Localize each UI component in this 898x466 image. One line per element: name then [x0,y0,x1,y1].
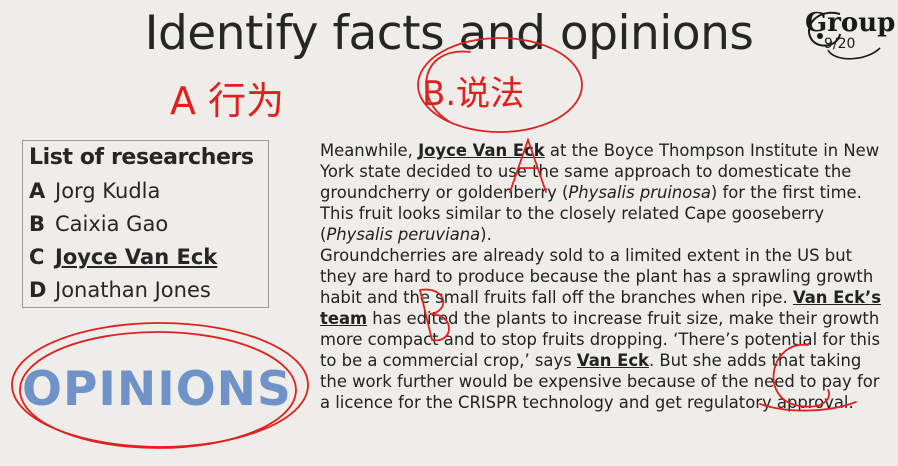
opinions-label: OPINIONS [22,362,292,417]
logo-text: Group [805,8,896,38]
researcher-mention: Joyce Van Eck [418,141,545,160]
researcher-item-c: C Joyce Van Eck [29,245,217,278]
researchers-heading: List of researchers [29,145,254,170]
researcher-letter: A [29,179,46,203]
b-circle-stroke [425,50,471,123]
handwriting-a: A 行为 [170,79,284,123]
researcher-item-a: A Jorg Kudla [29,179,217,212]
group-logo: Group 9/20 [800,6,898,66]
slide-title: Identify facts and opinions [144,6,754,61]
researcher-item-d: D Jonathan Jones [29,278,217,311]
researcher-letter: C [29,245,45,269]
passage-text: Meanwhile, Joyce Van Eck at the Boyce Th… [320,140,886,413]
researcher-item-b: B Caixia Gao [29,212,217,245]
handwriting-b: B.说法 [422,74,524,114]
researcher-name-highlighted: Joyce Van Eck [55,245,218,269]
researcher-name: Jorg Kudla [55,179,161,203]
researcher-name: Jonathan Jones [55,278,211,302]
logo-subtext: 9/20 [824,36,856,52]
researchers-list: A Jorg Kudla B Caixia Gao C Joyce Van Ec… [29,179,217,311]
researchers-box: List of researchers A Jorg Kudla B Caixi… [22,140,269,308]
researcher-mention: Van Eck [576,351,649,370]
researcher-letter: D [29,278,47,302]
passage-paragraph-2: Groundcherries are already sold to a lim… [320,246,881,412]
scientific-name: Physalis peruviana [326,225,481,244]
researcher-name: Caixia Gao [55,212,169,236]
scientific-name: Physalis pruinosa [568,183,711,202]
passage-paragraph-1: Meanwhile, Joyce Van Eck at the Boyce Th… [320,141,880,244]
researcher-letter: B [29,212,46,236]
